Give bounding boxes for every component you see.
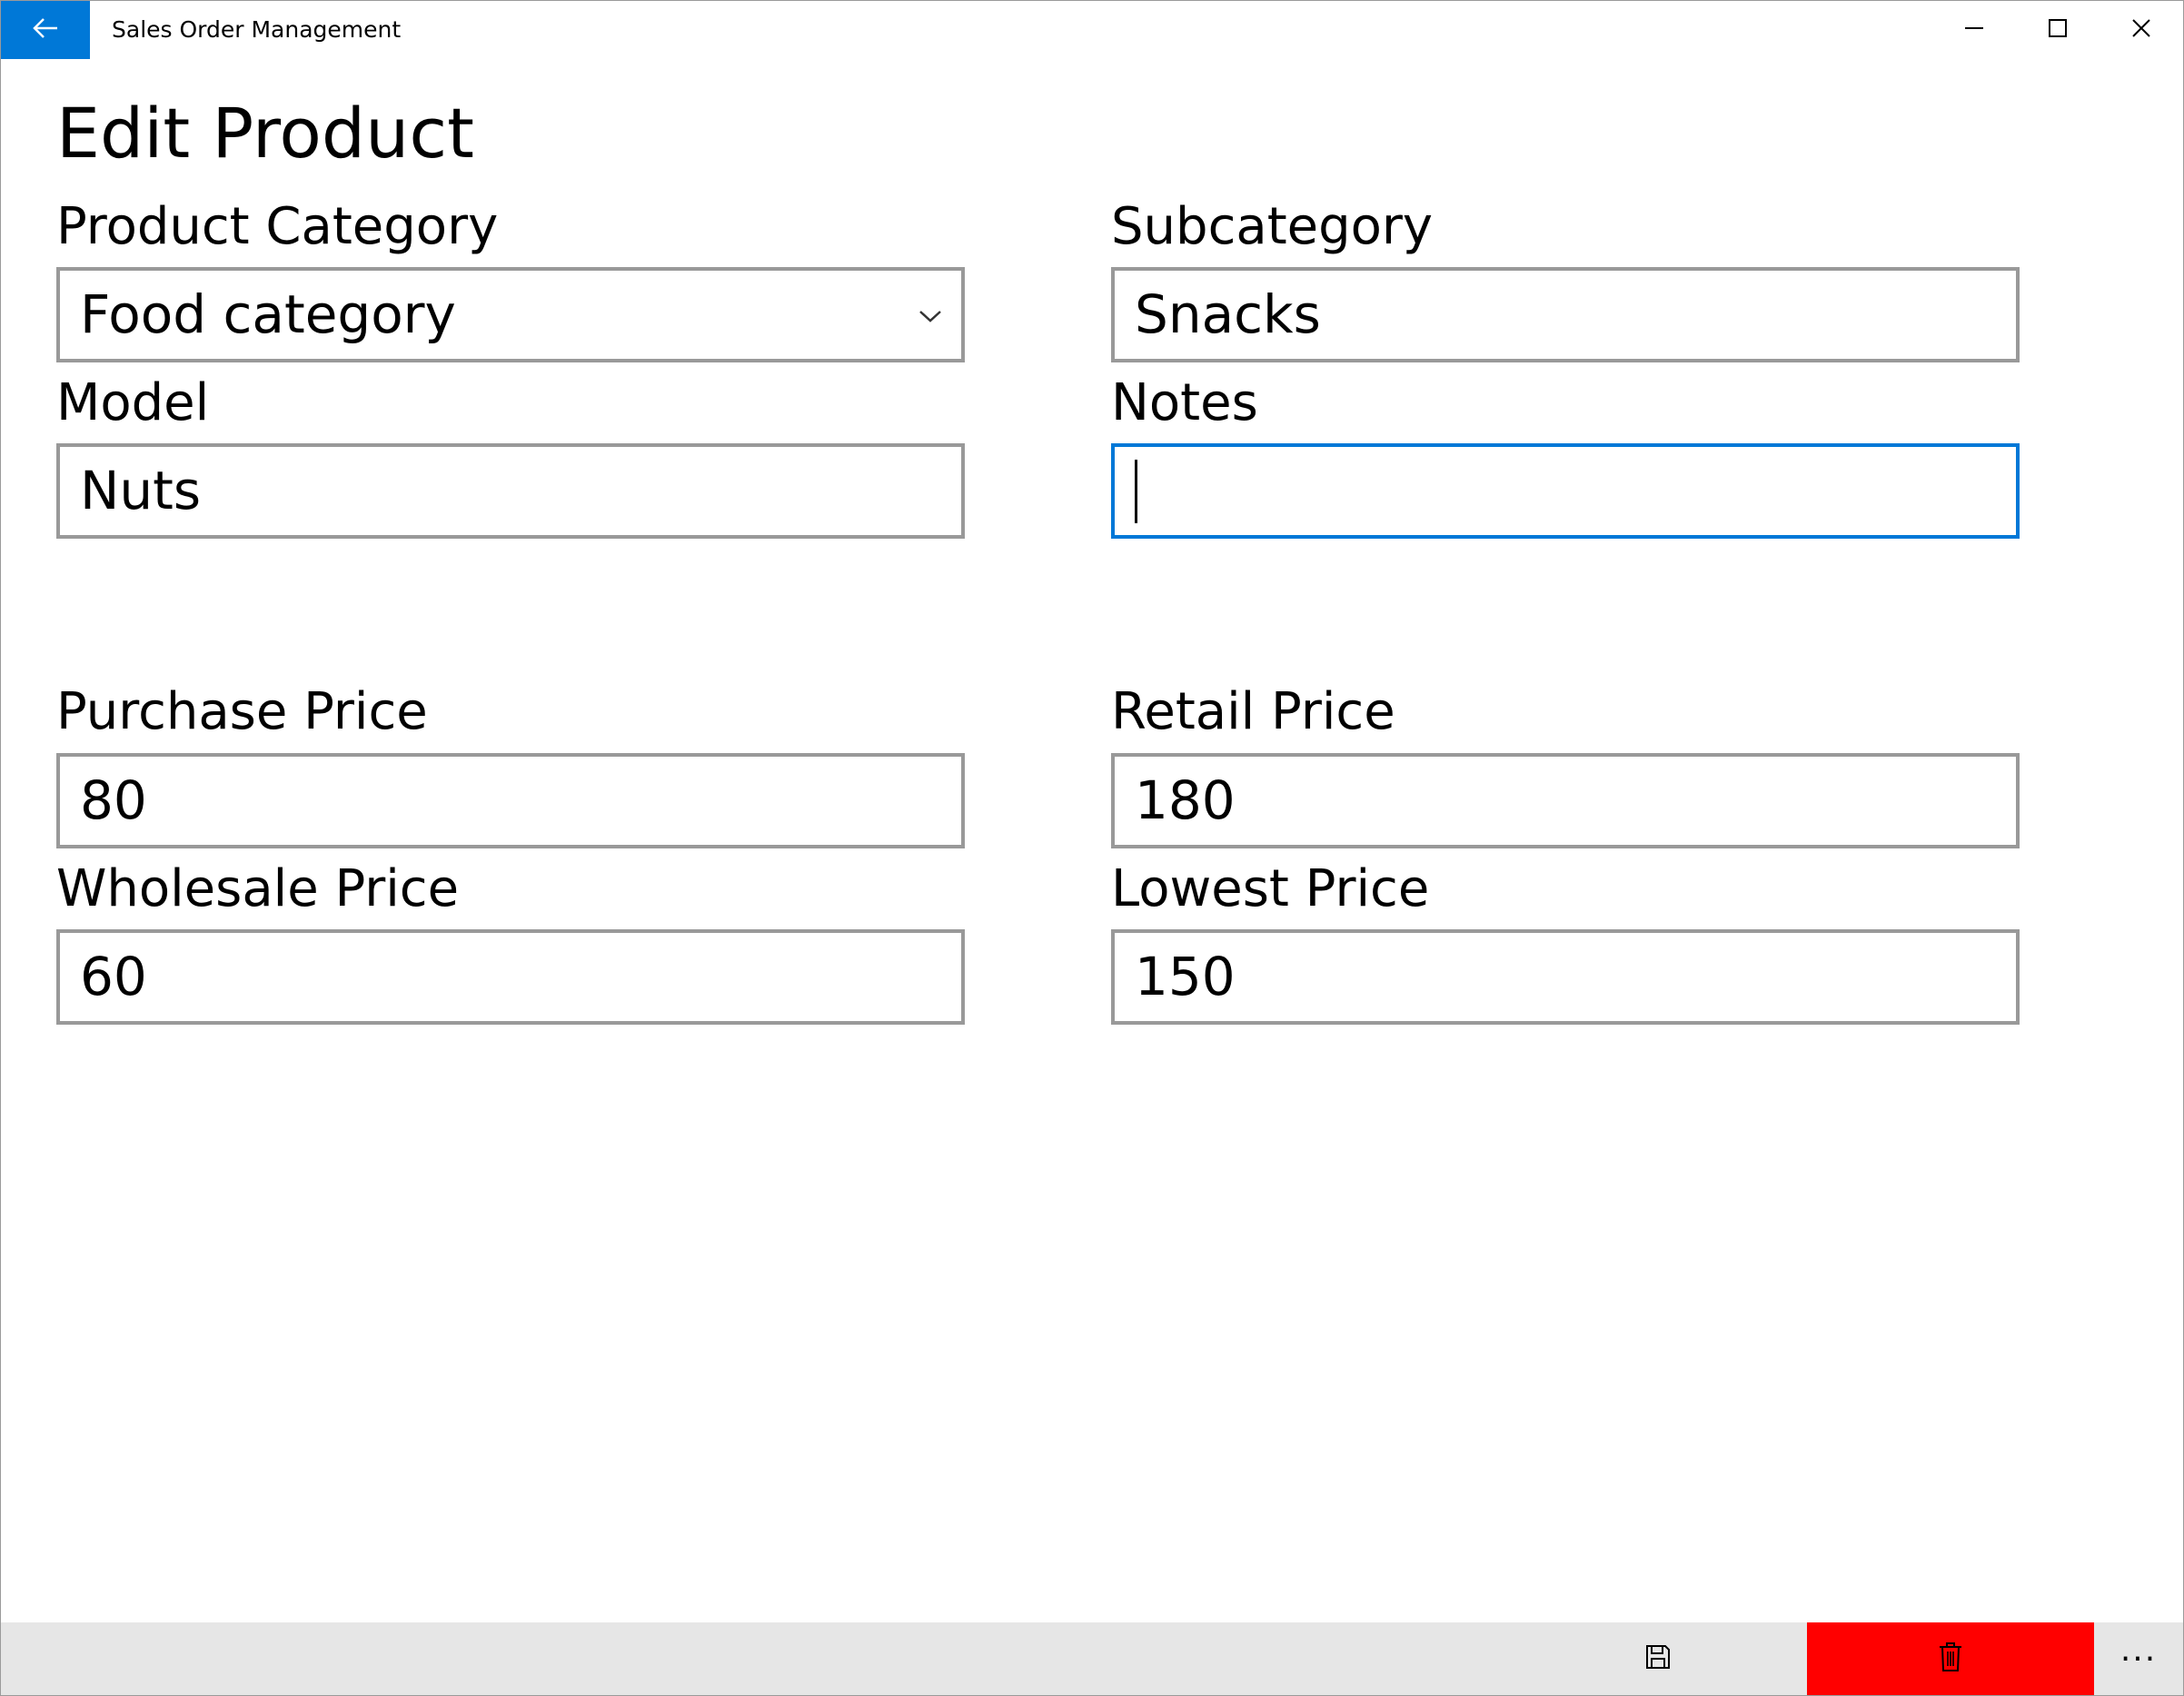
minimize-icon [1964,18,1984,42]
command-bar: ··· [1,1622,2183,1695]
wholesale-price-label: Wholesale Price [56,859,460,918]
subcategory-label: Subcategory [1111,197,1434,256]
wholesale-price-value: 60 [80,946,147,1007]
arrow-left-icon [32,17,59,43]
lowest-price-input[interactable]: 150 [1111,929,2020,1025]
notes-input[interactable] [1111,443,2020,539]
subcategory-input[interactable]: Snacks [1111,267,2020,362]
purchase-price-input[interactable]: 80 [56,753,965,848]
app-window: Sales Order Management Edit Product Prod… [0,0,2184,1696]
delete-icon [1938,1641,1963,1676]
save-icon [1644,1643,1672,1674]
delete-button[interactable] [1807,1622,2094,1695]
maximize-icon [2048,18,2068,42]
model-value: Nuts [80,460,202,521]
page-title: Edit Product [56,93,474,174]
purchase-price-label: Purchase Price [56,682,428,741]
more-button[interactable]: ··· [2094,1622,2183,1695]
save-button[interactable] [1567,1622,1749,1695]
purchase-price-value: 80 [80,769,147,831]
maximize-button[interactable] [2016,1,2100,59]
retail-price-value: 180 [1135,769,1236,831]
close-button[interactable] [2100,1,2183,59]
subcategory-value: Snacks [1135,283,1321,345]
lowest-price-value: 150 [1135,946,1236,1007]
lowest-price-label: Lowest Price [1111,859,1430,918]
retail-price-label: Retail Price [1111,682,1395,741]
text-caret [1135,460,1137,523]
wholesale-price-input[interactable]: 60 [56,929,965,1025]
minimize-button[interactable] [1932,1,2016,59]
model-label: Model [56,373,210,432]
retail-price-input[interactable]: 180 [1111,753,2020,848]
back-button[interactable] [1,1,90,59]
product-category-dropdown[interactable]: Food category [56,267,965,362]
model-input[interactable]: Nuts [56,443,965,539]
title-bar: Sales Order Management [1,1,2183,59]
notes-label: Notes [1111,373,1258,432]
product-category-value: Food category [80,283,456,345]
app-title: Sales Order Management [112,16,402,43]
close-icon [2131,18,2151,42]
product-category-label: Product Category [56,197,499,256]
chevron-down-icon [912,298,948,334]
